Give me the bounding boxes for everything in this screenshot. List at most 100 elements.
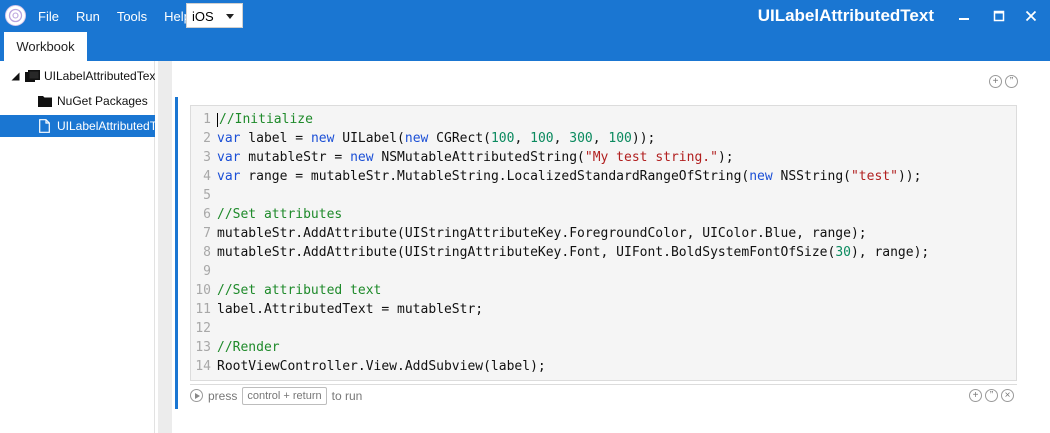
- code-token: NSMutableAttributedString(: [373, 150, 585, 165]
- code-token: mutableStr =: [240, 150, 351, 165]
- line-number: 14: [195, 359, 211, 374]
- sidebar-item-label: NuGet Packages: [57, 94, 148, 108]
- quote-icon: ”: [989, 389, 994, 401]
- menu-file[interactable]: File: [38, 9, 59, 24]
- add-markdown-button[interactable]: ”: [1005, 75, 1018, 88]
- maximize-button[interactable]: [982, 0, 1016, 32]
- cell-actions: + ” ×: [969, 389, 1014, 402]
- code-token: ,: [553, 131, 570, 146]
- line-number: 9: [203, 264, 211, 279]
- code-token: 100: [608, 131, 632, 146]
- run-hint-press: press: [208, 388, 238, 403]
- close-icon: [1025, 10, 1037, 22]
- code-token: ,: [592, 131, 609, 146]
- code-token: 300: [569, 131, 593, 146]
- code-line[interactable]: 8 mutableStr.AddAttribute(UIStringAttribu…: [191, 243, 929, 262]
- code-token: var: [217, 131, 241, 146]
- code-token: new: [404, 131, 429, 146]
- code-line[interactable]: 2 var label = new UILabel(new CGRect(100,…: [191, 129, 655, 148]
- code-token: ), range);: [850, 245, 930, 260]
- code-token: //Initialize: [219, 112, 313, 127]
- line-number: 8: [203, 245, 211, 260]
- sidebar-splitter[interactable]: [158, 61, 172, 433]
- sidebar-item-file[interactable]: UILabelAttributedText: [0, 115, 155, 137]
- cell-insert-actions: + ”: [989, 75, 1018, 88]
- code-token: new: [350, 150, 374, 165]
- code-line[interactable]: 9: [191, 262, 217, 281]
- code-token: 100: [530, 131, 554, 146]
- chevron-down-icon: [226, 14, 234, 19]
- code-line[interactable]: 3 var mutableStr = new NSMutableAttribute…: [191, 148, 734, 167]
- add-cell-button[interactable]: +: [989, 75, 1002, 88]
- code-token: CGRect(: [428, 131, 491, 146]
- code-line[interactable]: 4 var range = mutableStr.MutableString.Lo…: [191, 167, 921, 186]
- code-token: label.AttributedText = mutableStr;: [217, 302, 484, 317]
- line-number: 6: [203, 207, 211, 222]
- code-line[interactable]: 7 mutableStr.AddAttribute(UIStringAttribu…: [191, 224, 866, 243]
- sidebar-item-nuget-packages[interactable]: NuGet Packages: [0, 90, 155, 112]
- app-logo-icon: [5, 5, 26, 26]
- run-hint-suffix: to run: [331, 388, 363, 403]
- text-cursor: [217, 112, 218, 127]
- code-token: //Render: [217, 340, 280, 355]
- line-number: 11: [195, 302, 211, 317]
- code-token: ));: [631, 131, 656, 146]
- code-token: var: [217, 150, 241, 165]
- code-line[interactable]: 14 RootViewController.View.AddSubview(lab…: [191, 357, 545, 376]
- code-token: range = mutableStr.MutableString.Localiz…: [240, 169, 750, 184]
- cell-footer: press control + return to run + ” ×: [190, 384, 1017, 406]
- code-token: "test": [850, 169, 898, 184]
- plus-icon: +: [992, 75, 999, 87]
- maximize-icon: [993, 10, 1005, 22]
- line-number: 7: [203, 226, 211, 241]
- active-cell-indicator: [175, 97, 178, 409]
- window-title: UILabelAttributedText: [757, 6, 934, 25]
- minimize-button[interactable]: [947, 0, 981, 32]
- delete-cell-button[interactable]: ×: [1001, 389, 1014, 402]
- sidebar-item-label: UILabelAttributedText: [57, 119, 155, 133]
- menu-tools[interactable]: Tools: [117, 9, 147, 24]
- code-token: "My test string.": [584, 150, 718, 165]
- code-line[interactable]: 13 //Render: [191, 338, 280, 357]
- run-shortcut-key: control + return: [242, 386, 327, 405]
- code-line[interactable]: 6 //Set attributes: [191, 205, 342, 224]
- minimize-icon: [959, 18, 969, 20]
- expanded-triangle-icon[interactable]: [11, 72, 20, 81]
- workbook-icon: [25, 70, 40, 82]
- file-icon: [39, 119, 50, 133]
- line-number: 2: [203, 131, 211, 146]
- code-line[interactable]: 1 //Initialize: [191, 110, 313, 129]
- code-line[interactable]: 5: [191, 186, 217, 205]
- platform-dropdown[interactable]: iOS: [186, 3, 243, 28]
- sidebar: UILabelAttributedText NuGet Packages UIL…: [0, 61, 155, 433]
- code-token: 100: [490, 131, 515, 146]
- code-editor[interactable]: 1//Initialize 2 var label = new UILabel(ne…: [190, 105, 1017, 381]
- quote-icon: ”: [1009, 75, 1014, 87]
- menu-bar: File Run Tools Help: [38, 0, 208, 32]
- workbook-canvas: + ” 1 //Initialize 2 var label = new UILabe…: [172, 61, 1050, 433]
- code-token: ));: [897, 169, 922, 184]
- plus-icon: +: [972, 389, 979, 401]
- menu-run[interactable]: Run: [76, 9, 100, 24]
- line-number: 3: [203, 150, 211, 165]
- code-token: new: [749, 169, 773, 184]
- code-token: label =: [240, 131, 311, 146]
- close-button[interactable]: [1014, 0, 1048, 32]
- add-cell-below-button[interactable]: +: [969, 389, 982, 402]
- tab-workbook[interactable]: Workbook: [4, 32, 87, 61]
- folder-icon: [38, 96, 52, 107]
- line-number: 5: [203, 188, 211, 203]
- line-number: 4: [203, 169, 211, 184]
- code-line[interactable]: 10 //Set attributed text: [191, 281, 381, 300]
- tab-bar: Workbook: [0, 32, 1050, 61]
- code-token: new: [310, 131, 335, 146]
- sidebar-item-workbook[interactable]: UILabelAttributedText: [0, 65, 155, 87]
- add-markdown-below-button[interactable]: ”: [985, 389, 998, 402]
- run-cell-button[interactable]: [190, 389, 203, 402]
- code-token: var: [217, 169, 241, 184]
- code-line[interactable]: 12: [191, 319, 217, 338]
- code-token: );: [717, 150, 734, 165]
- code-line[interactable]: 11 label.AttributedText = mutableStr;: [191, 300, 483, 319]
- code-token: mutableStr.AddAttribute(UIStringAttribut…: [217, 245, 836, 260]
- code-token: NSString(: [772, 169, 851, 184]
